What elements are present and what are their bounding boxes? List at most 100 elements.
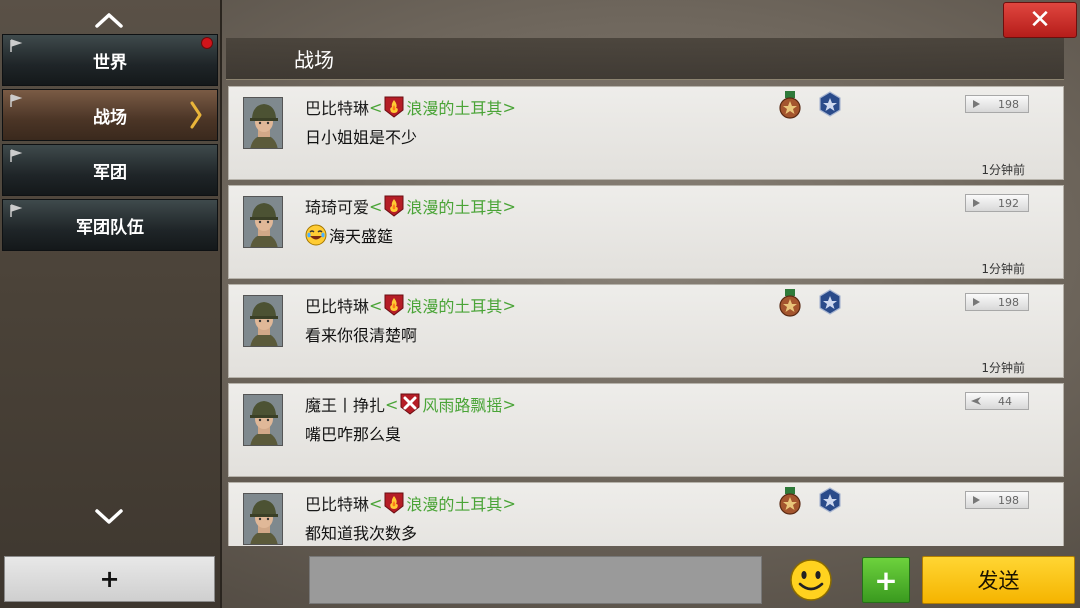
level-value: 198 [998, 295, 1019, 309]
rank-icon [817, 487, 843, 513]
laughing-emoji-icon [305, 224, 327, 246]
message-timestamp: 1分钟前 [981, 163, 1025, 177]
legion-fire-badge-icon [384, 294, 404, 316]
message-body: 海天盛筵 [329, 227, 394, 246]
avatar[interactable] [243, 196, 283, 248]
scroll-up-icon[interactable] [93, 10, 125, 30]
legion-name[interactable]: 浪漫的土耳其 [406, 491, 502, 515]
close-icon: ✕ [1029, 5, 1051, 35]
level-badge: 198 [965, 491, 1029, 509]
legion-bracket-close: > [502, 394, 516, 414]
level-value: 192 [998, 196, 1019, 210]
avatar[interactable] [243, 97, 283, 149]
legion-bracket-open: < [369, 97, 383, 117]
sender-line: 魔王丨挣扎 < 风雨路飘摇 > [305, 392, 516, 416]
message-text: 海天盛筵 [305, 223, 393, 247]
attach-button[interactable]: + [862, 557, 910, 603]
rank-icon [817, 91, 843, 117]
legion-name[interactable]: 浪漫的土耳其 [406, 194, 502, 218]
message-row[interactable]: 巴比特琳 < 浪漫的土耳其 > 看来你很清楚啊 198 1分钟前 [228, 284, 1064, 378]
tab-legion-team[interactable]: 军团队伍 [2, 199, 218, 251]
sender-line: 巴比特琳 < 浪漫的土耳其 > [305, 293, 516, 317]
plane-icon [966, 395, 986, 407]
message-list[interactable]: 巴比特琳 < 浪漫的土耳其 > 日小姐姐是不少 198 1分钟前 琦琦可爱 < [226, 84, 1064, 546]
chat-header: 战场 [226, 38, 1064, 80]
add-channel-button[interactable]: + [4, 556, 215, 602]
legion-bracket-open: < [369, 493, 383, 513]
sender-name[interactable]: 巴比特琳 [305, 293, 369, 317]
legion-bracket-close: > [502, 97, 516, 117]
flag-icon [10, 94, 23, 107]
level-badge: 198 [965, 293, 1029, 311]
message-body: 日小姐姐是不少 [305, 128, 418, 147]
legion-bracket-open: < [369, 295, 383, 315]
avatar[interactable] [243, 394, 283, 446]
message-row[interactable]: 巴比特琳 < 浪漫的土耳其 > 日小姐姐是不少 198 1分钟前 [228, 86, 1064, 180]
legion-name[interactable]: 浪漫的土耳其 [406, 293, 502, 317]
legion-fire-badge-icon [384, 96, 404, 118]
legion-cross-badge-icon [400, 393, 420, 415]
sender-name[interactable]: 魔王丨挣扎 [305, 392, 385, 416]
message-timestamp: 1分钟前 [981, 361, 1025, 375]
sender-line: 巴比特琳 < 浪漫的土耳其 > [305, 95, 516, 119]
rank-icon [817, 289, 843, 315]
level-badge: 192 [965, 194, 1029, 212]
chevron-right-icon [190, 101, 202, 129]
level-value: 198 [998, 493, 1019, 507]
level-badge: 198 [965, 95, 1029, 113]
level-value: 198 [998, 97, 1019, 111]
emoji-button[interactable] [789, 558, 833, 602]
flag-icon [10, 39, 23, 52]
message-row[interactable]: 魔王丨挣扎 < 风雨路飘摇 > 嘴巴咋那么臭 44 [228, 383, 1064, 477]
message-text: 看来你很清楚啊 [305, 322, 417, 346]
sender-name[interactable]: 巴比特琳 [305, 491, 369, 515]
sender-line: 琦琦可爱 < 浪漫的土耳其 > [305, 194, 516, 218]
tab-label: 战场 [93, 107, 127, 128]
tab-label: 军团 [93, 162, 127, 183]
message-text: 都知道我次数多 [305, 520, 417, 544]
legion-fire-badge-icon [384, 195, 404, 217]
message-row[interactable]: 琦琦可爱 < 浪漫的土耳其 > 海天盛筵 192 1分钟前 [228, 185, 1064, 279]
play-icon [966, 197, 986, 209]
message-row[interactable]: 巴比特琳 < 浪漫的土耳其 > 都知道我次数多 198 [228, 482, 1064, 546]
message-text: 嘴巴咋那么臭 [305, 421, 401, 445]
tab-world[interactable]: 世界 [2, 34, 218, 86]
level-value: 44 [998, 394, 1012, 408]
avatar[interactable] [243, 295, 283, 347]
smiley-icon [790, 559, 832, 601]
send-button[interactable]: 发送 [922, 556, 1075, 604]
level-badge: 44 [965, 392, 1029, 410]
message-timestamp: 1分钟前 [981, 262, 1025, 276]
tab-legion[interactable]: 军团 [2, 144, 218, 196]
medal-icon [779, 289, 801, 317]
legion-bracket-close: > [502, 295, 516, 315]
flag-icon [10, 204, 23, 217]
tab-label: 世界 [93, 52, 127, 73]
legion-bracket-open: < [385, 394, 399, 414]
play-icon [966, 494, 986, 506]
sender-name[interactable]: 琦琦可爱 [305, 194, 369, 218]
tab-battlefield[interactable]: 战场 [2, 89, 218, 141]
avatar[interactable] [243, 493, 283, 545]
legion-bracket-open: < [369, 196, 383, 216]
medal-icon [779, 487, 801, 515]
medal-icon [779, 91, 801, 119]
legion-name[interactable]: 浪漫的土耳其 [406, 95, 502, 119]
flag-icon [10, 149, 23, 162]
close-button[interactable]: ✕ [1003, 2, 1077, 38]
unread-dot-icon [201, 37, 213, 49]
play-icon [966, 296, 986, 308]
legion-bracket-close: > [502, 196, 516, 216]
scroll-down-icon[interactable] [93, 506, 125, 526]
channel-sidebar: 世界 战场 军团 军团队伍 [0, 0, 222, 608]
message-body: 看来你很清楚啊 [305, 326, 418, 345]
legion-name[interactable]: 风雨路飘摇 [422, 392, 502, 416]
sender-line: 巴比特琳 < 浪漫的土耳其 > [305, 491, 516, 515]
legion-fire-badge-icon [384, 492, 404, 514]
message-input[interactable] [309, 556, 762, 604]
tab-label: 军团队伍 [76, 217, 144, 238]
legion-bracket-close: > [502, 493, 516, 513]
sender-name[interactable]: 巴比特琳 [305, 95, 369, 119]
message-body: 嘴巴咋那么臭 [305, 425, 402, 444]
message-body: 都知道我次数多 [305, 524, 418, 543]
